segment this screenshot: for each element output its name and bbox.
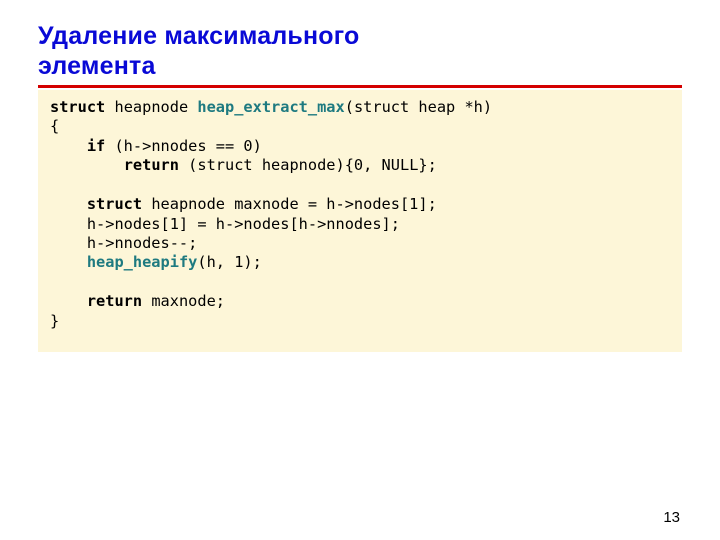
kw-return: return	[124, 156, 179, 174]
title-underline	[38, 85, 682, 88]
fn-heapify: heap_heapify	[87, 253, 198, 271]
kw-if: if	[87, 137, 105, 155]
slide-title: Удаление максимального элемента	[38, 22, 682, 81]
page-number: 13	[663, 509, 680, 526]
heapify-args: (h, 1);	[197, 253, 261, 271]
assign-1: h->nodes[1] = h->nodes[h->nnodes];	[50, 215, 400, 233]
if-cond: (h->nnodes == 0)	[105, 137, 262, 155]
title-line-2: элемента	[38, 52, 156, 80]
ret-max: maxnode;	[142, 292, 225, 310]
sig-tail: (struct heap *h)	[345, 98, 492, 116]
close-brace: }	[50, 312, 59, 330]
title-line-1: Удаление максимального	[38, 22, 360, 50]
ret-empty: (struct heapnode){0, NULL};	[179, 156, 437, 174]
text: heapnode	[114, 98, 197, 116]
fn-extract-max: heap_extract_max	[197, 98, 344, 116]
code-block: struct heapnode heap_extract_max(struct …	[38, 90, 682, 352]
kw-struct: struct	[50, 98, 105, 116]
decl-tail: heapnode maxnode = h->nodes[1];	[142, 195, 437, 213]
kw-struct-2: struct	[87, 195, 142, 213]
open-brace: {	[50, 117, 59, 135]
kw-return-2: return	[87, 292, 142, 310]
assign-2: h->nnodes--;	[50, 234, 197, 252]
